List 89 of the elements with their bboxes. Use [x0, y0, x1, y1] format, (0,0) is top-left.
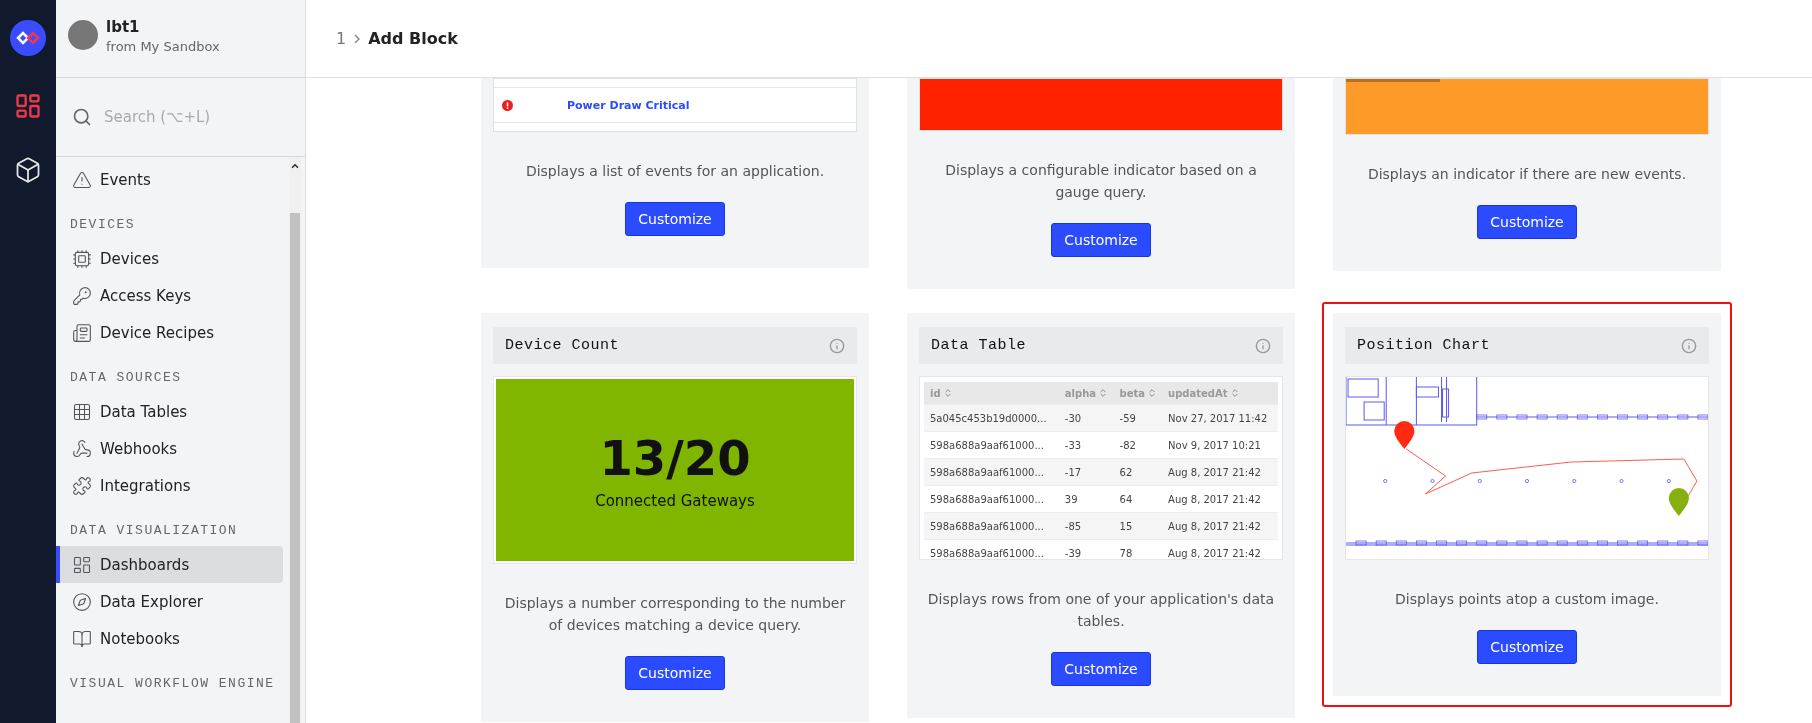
- table-cell: 62: [1113, 458, 1163, 486]
- info-icon[interactable]: [829, 337, 845, 354]
- warning-icon: [72, 169, 92, 190]
- table-cell: 64: [1113, 485, 1163, 513]
- key-icon: [72, 285, 92, 306]
- table-cell: -59: [1113, 404, 1163, 432]
- block-description: Displays a number corresponding to the number of devices matching a device query.: [503, 594, 847, 635]
- table-cell: 5a045c453b19d0000...: [924, 404, 1059, 432]
- section-heading: VISUAL WORKFLOW ENGINE: [69, 675, 276, 693]
- customize-button[interactable]: Customize: [1477, 630, 1577, 664]
- customize-button[interactable]: Customize: [1051, 652, 1151, 686]
- puzzle-icon: [72, 475, 92, 496]
- table-cell: Aug 8, 2017 21:42: [1162, 539, 1278, 559]
- table-cell: 598a688a9aaf61000...: [924, 431, 1059, 459]
- newspaper-icon: [72, 322, 92, 343]
- sort-icon[interactable]: [1229, 388, 1240, 398]
- nav-item[interactable]: Data Explorer: [56, 583, 283, 620]
- nav-item[interactable]: Access Keys: [56, 277, 283, 314]
- block-description: Displays an indicator if there are new events.: [1367, 165, 1687, 184]
- cube-icon[interactable]: [14, 156, 42, 184]
- sort-icon[interactable]: [1147, 388, 1158, 398]
- nav-item[interactable]: Devices: [56, 240, 283, 277]
- logo-icon[interactable]: [10, 20, 46, 56]
- info-icon[interactable]: [1255, 337, 1271, 354]
- block-title: Device Count: [505, 337, 620, 354]
- block-title: Position Chart: [1357, 337, 1491, 354]
- app-subtitle: from My Sandbox: [106, 38, 220, 54]
- table-cell: 598a688a9aaf61000...: [924, 512, 1059, 540]
- nav-item[interactable]: Events: [56, 161, 283, 198]
- table-cell: 15: [1113, 512, 1163, 540]
- table-cell: -39: [1058, 539, 1114, 559]
- dashboard-icon: [72, 554, 92, 575]
- block-description: Displays a list of events for an application.: [525, 162, 825, 181]
- nav-item[interactable]: Device Recipes: [56, 314, 283, 351]
- search-field[interactable]: Search (⌥+L): [102, 107, 286, 127]
- table-cell: 39: [1058, 485, 1114, 513]
- compass-icon: [72, 591, 92, 612]
- table-cell: -85: [1058, 512, 1114, 540]
- table-cell: 598a688a9aaf61000...: [924, 485, 1059, 513]
- block-title: Data Table: [931, 337, 1026, 354]
- error-icon: [502, 99, 513, 111]
- customize-button[interactable]: Customize: [1051, 223, 1151, 257]
- customize-button[interactable]: Customize: [625, 202, 725, 236]
- section-heading: DEVICES: [69, 216, 137, 234]
- nav-item[interactable]: Integrations: [56, 467, 283, 504]
- block-description: Displays points atop a custom image.: [1395, 590, 1659, 609]
- table-cell: Nov 27, 2017 11:42: [1162, 404, 1278, 432]
- table-cell: Aug 8, 2017 21:42: [1162, 458, 1278, 486]
- table-cell: 598a688a9aaf61000...: [924, 539, 1059, 559]
- table-cell: Aug 8, 2017 21:42: [1162, 512, 1278, 540]
- nav-item[interactable]: Data Tables: [56, 393, 283, 430]
- chevron-icon: [354, 33, 361, 44]
- sort-icon[interactable]: [1098, 388, 1108, 398]
- customize-button[interactable]: Customize: [625, 656, 725, 690]
- block-description: Displays rows from one of your application's data tables.: [927, 590, 1275, 631]
- book-icon: [72, 628, 92, 649]
- table-cell: -33: [1058, 431, 1114, 459]
- count-value: 13/20: [599, 430, 751, 486]
- caret-up-icon[interactable]: [290, 161, 300, 171]
- chip-icon: [72, 248, 92, 269]
- table-cell: 598a688a9aaf61000...: [924, 458, 1059, 486]
- table-cell: Nov 9, 2017 10:21: [1162, 431, 1278, 459]
- avatar: [68, 20, 98, 50]
- event-link[interactable]: Power Draw Critical: [567, 98, 690, 112]
- search-icon: [72, 107, 92, 127]
- table-cell: -17: [1058, 458, 1114, 486]
- breadcrumb-item[interactable]: 1: [336, 29, 347, 48]
- count-caption: Connected Gateways: [595, 492, 755, 510]
- table-cell: Aug 8, 2017 21:42: [1162, 485, 1278, 513]
- breadcrumb-item: Add Block: [368, 29, 458, 48]
- nav-item[interactable]: Webhooks: [56, 430, 283, 467]
- section-heading: DATA SOURCES: [69, 369, 183, 387]
- scrollbar[interactable]: [289, 157, 301, 723]
- nav-item[interactable]: Notebooks: [56, 620, 283, 657]
- info-icon[interactable]: [1681, 337, 1697, 354]
- grid-icon: [72, 401, 92, 422]
- table-cell: -30: [1058, 404, 1114, 432]
- table-cell: 78: [1113, 539, 1163, 559]
- webhook-icon: [72, 438, 92, 459]
- nav-item[interactable]: Dashboards: [56, 546, 283, 583]
- map-pin-icon: [1394, 421, 1415, 449]
- dashboard-icon[interactable]: [14, 92, 42, 120]
- table-cell: -82: [1113, 431, 1163, 459]
- customize-button[interactable]: Customize: [1477, 205, 1577, 239]
- block-description: Displays a configurable indicator based on a gauge query.: [944, 161, 1258, 202]
- sort-icon[interactable]: [942, 388, 953, 398]
- section-heading: DATA VISUALIZATION: [69, 522, 239, 540]
- map-pin-icon: [1668, 488, 1689, 516]
- app-name: lbt1: [106, 17, 141, 36]
